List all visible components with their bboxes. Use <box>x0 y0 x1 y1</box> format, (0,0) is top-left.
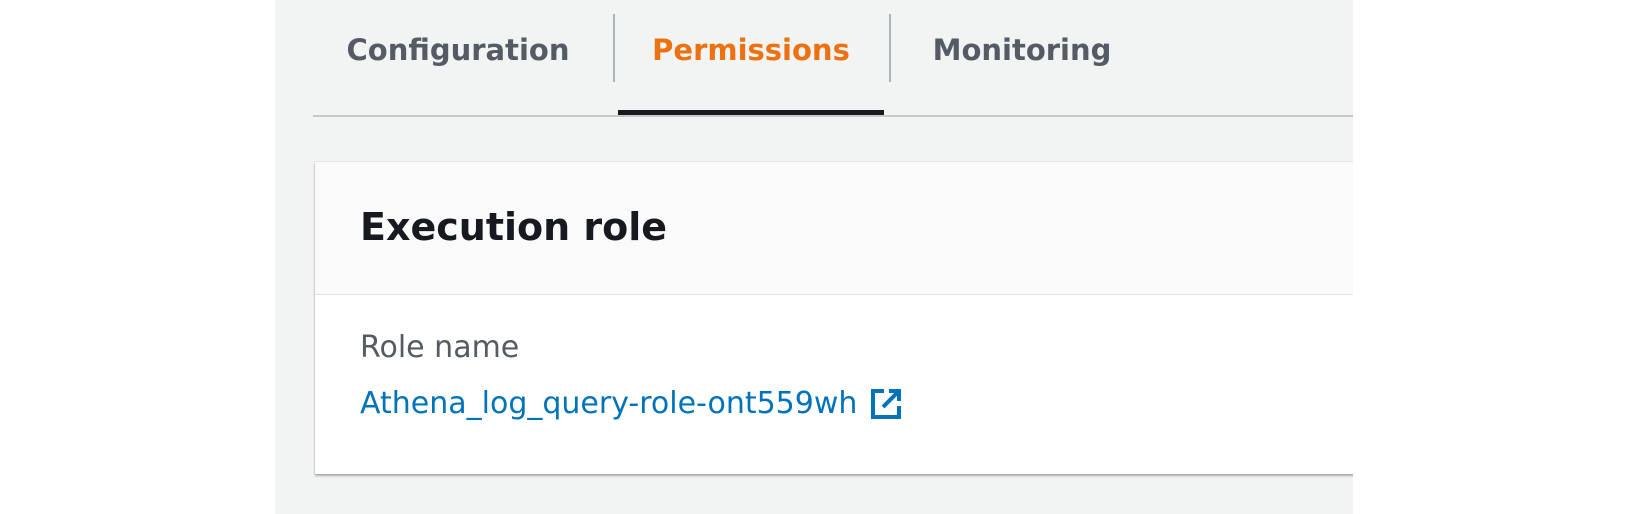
tab-divider <box>613 14 615 82</box>
role-name-value: Athena_log_query-role-ont559wh <box>360 386 858 421</box>
role-name-label: Role name <box>360 330 520 365</box>
external-link-icon <box>871 389 902 419</box>
panel-header: Execution role <box>315 162 1353 295</box>
page: Configuration Permissions Monitoring Exe… <box>0 0 1628 514</box>
tab-permissions[interactable]: Permissions <box>618 0 884 115</box>
tab-configuration[interactable]: Configuration <box>313 0 603 113</box>
role-name-link[interactable]: Athena_log_query-role-ont559wh <box>360 386 903 422</box>
tab-configuration-label: Configuration <box>346 32 570 67</box>
tab-monitoring-label: Monitoring <box>932 32 1112 67</box>
execution-role-panel: Execution role Role name Athena_log_quer… <box>315 162 1353 474</box>
tab-bar: Configuration Permissions Monitoring <box>313 0 1353 117</box>
tab-monitoring[interactable]: Monitoring <box>891 0 1153 113</box>
panel-title: Execution role <box>360 205 668 249</box>
active-tab-indicator <box>618 110 884 115</box>
tab-permissions-label: Permissions <box>652 32 850 67</box>
console-content-area: Configuration Permissions Monitoring Exe… <box>275 0 1353 514</box>
